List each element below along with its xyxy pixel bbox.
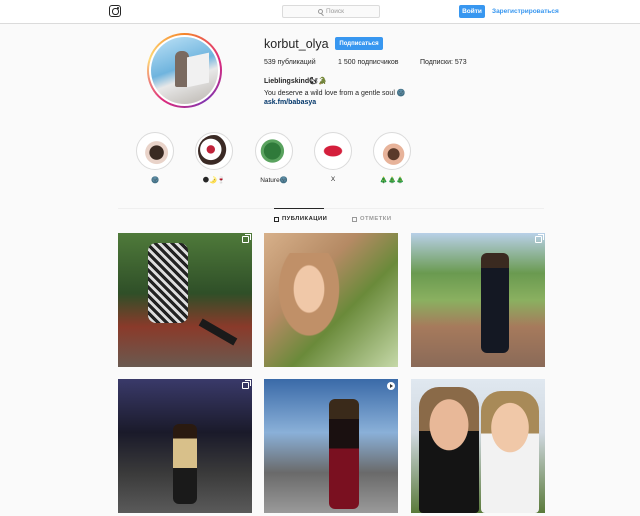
post-thumbnail[interactable] (411, 379, 545, 513)
highlight-5[interactable]: 🎄🎄🎄 (373, 132, 411, 184)
active-tab-indicator (274, 208, 324, 209)
highlight-3[interactable]: Nature🌚 (255, 132, 293, 184)
highlight-label: Nature🌚 (260, 177, 288, 184)
bio-text: You deserve a wild love from a gentle so… (264, 90, 406, 97)
tab-posts[interactable]: ПУБЛИКАЦИИ (274, 216, 327, 222)
avatar-image (151, 37, 218, 104)
follow-button[interactable]: Подписаться (335, 37, 383, 50)
post-thumbnail[interactable] (411, 233, 545, 367)
highlight-1[interactable]: 🌚 (136, 132, 174, 184)
posts-count: 539 публикаций (264, 59, 316, 66)
search-input[interactable]: Поиск (282, 5, 380, 18)
login-button[interactable]: Войти (459, 5, 485, 18)
grid-icon (274, 216, 279, 222)
profile-username: korbut_olya (264, 37, 329, 51)
bio-name: Lieblingskind🐿🐊 (264, 78, 327, 85)
video-icon (387, 382, 395, 390)
tag-icon (352, 216, 357, 222)
multi-post-icon (535, 234, 544, 243)
highlight-label: 🌚 (150, 177, 160, 184)
highlight-2[interactable]: 🌑🌛🍷 (195, 132, 233, 184)
highlight-label: 🎄🎄🎄 (379, 177, 405, 184)
multi-post-icon (242, 380, 251, 389)
search-icon (317, 9, 323, 14)
post-thumbnail[interactable] (118, 379, 252, 513)
multi-post-icon (242, 234, 251, 243)
highlight-label: X (330, 176, 336, 183)
highlight-label: 🌑🌛🍷 (202, 177, 226, 184)
tab-tagged[interactable]: ОТМЕТКИ (352, 216, 392, 222)
tabs-divider (118, 208, 544, 209)
top-navigation-bar: Поиск Войти Зарегистрироваться (0, 0, 640, 24)
register-link[interactable]: Зарегистрироваться (492, 5, 559, 18)
instagram-icon[interactable] (109, 5, 121, 17)
following-count[interactable]: Подписки: 573 (420, 59, 467, 66)
post-thumbnail[interactable] (118, 233, 252, 367)
post-thumbnail[interactable] (264, 379, 398, 513)
followers-count[interactable]: 1 500 подписчиков (338, 59, 399, 66)
highlight-4[interactable]: X (314, 132, 352, 183)
bio-link[interactable]: ask.fm/babasya (264, 99, 316, 106)
avatar[interactable] (147, 33, 222, 108)
post-thumbnail[interactable] (264, 233, 398, 367)
search-placeholder: Поиск (325, 8, 344, 15)
